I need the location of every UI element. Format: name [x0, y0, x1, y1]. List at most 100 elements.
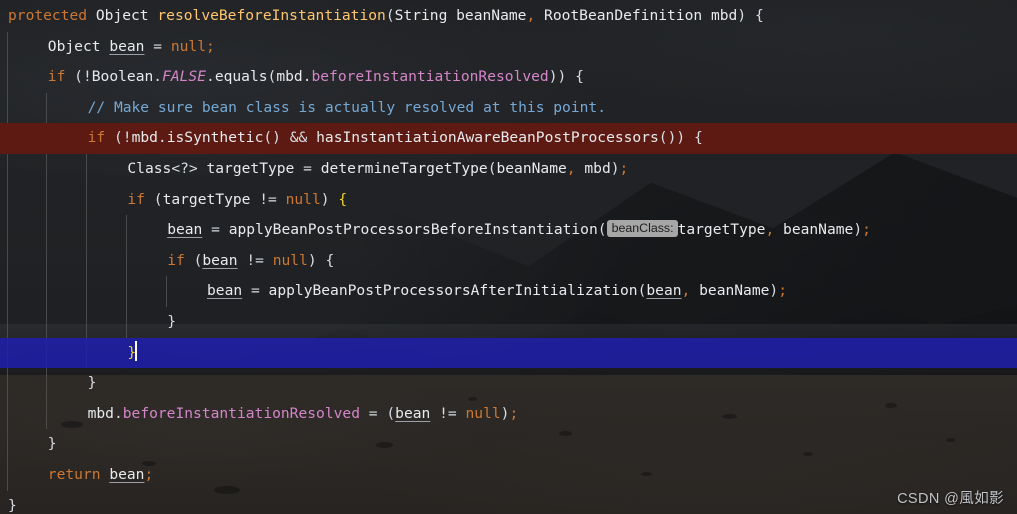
code-token: protected [8, 7, 88, 24]
code-token: ; [144, 465, 154, 483]
code-line[interactable]: if (!Boolean.FALSE.equals(mbd.beforeInst… [0, 62, 1017, 93]
code-token: equals [214, 68, 268, 86]
code-token: ! [122, 129, 132, 147]
code-token: String [394, 7, 448, 24]
code-line[interactable]: bean = applyBeanPostProcessorsBeforeInst… [0, 215, 1017, 246]
code-line[interactable]: } [0, 429, 1017, 460]
code-line[interactable]: mbd.beforeInstantiationResolved = (bean … [0, 399, 1017, 430]
code-token: bean [109, 37, 145, 55]
code-token: if [87, 129, 106, 147]
code-token: } [87, 374, 97, 392]
code-token: FALSE [162, 68, 207, 86]
code-line[interactable]: Object bean = null; [0, 32, 1017, 63]
code-token: , [681, 282, 691, 300]
code-token: ( [153, 190, 163, 208]
code-line[interactable]: if (targetType != null) { [0, 185, 1017, 216]
code-token: if [167, 251, 185, 269]
code-line[interactable]: } [0, 368, 1017, 399]
code-line[interactable]: return bean; [0, 460, 1017, 491]
code-token: )) [548, 68, 567, 86]
code-line[interactable]: protected Object resolveBeforeInstantiat… [0, 1, 1017, 32]
code-token: } [8, 496, 17, 514]
code-token: ) [610, 159, 620, 177]
code-line[interactable]: if (!mbd.isSynthetic() && hasInstantiati… [0, 123, 1017, 154]
code-line[interactable]: } [0, 491, 1017, 514]
code-token: applyBeanPostProcessorsAfterInitializati… [268, 282, 638, 300]
code-token: beforeInstantiationResolved [311, 68, 549, 86]
code-token: { [325, 251, 335, 269]
code-token: targetType [206, 159, 295, 177]
code-token: null [272, 251, 308, 269]
code-line[interactable]: } [0, 307, 1017, 338]
code-token: != [246, 251, 264, 269]
code-token: beanName [447, 7, 527, 24]
code-token: ( [386, 404, 396, 422]
code-line[interactable]: Class<?> targetType = determineTargetTyp… [0, 154, 1017, 185]
code-token: = [211, 221, 220, 239]
code-token: beanName [783, 221, 854, 239]
code-line[interactable]: if (bean != null) { [0, 246, 1017, 277]
code-token: null [465, 404, 501, 422]
code-token: ) [320, 190, 330, 208]
code-token: Boolean [91, 68, 154, 86]
code-token: } [167, 312, 176, 330]
code-token: . [153, 68, 163, 86]
code-editor[interactable]: protected Object resolveBeforeInstantiat… [0, 0, 1017, 514]
code-token: ( [113, 129, 123, 147]
code-token: isSynthetic [166, 129, 264, 147]
code-token: Object [47, 37, 101, 55]
code-token: return [47, 465, 101, 483]
code-token: mbd [702, 7, 738, 24]
code-line[interactable]: // Make sure bean class is actually reso… [0, 93, 1017, 124]
code-token: = [303, 159, 312, 177]
code-token: = [250, 282, 260, 300]
code-token: beforeInstantiationResolved [122, 404, 360, 422]
code-token: bean [395, 404, 431, 422]
code-token: mbd [584, 159, 611, 177]
code-comment: // Make sure bean class is actually reso… [87, 98, 606, 116]
parameter-name-hint: beanClass: [606, 220, 678, 238]
code-token: ; [862, 221, 871, 239]
code-token: bean [167, 221, 203, 239]
code-token: beanName [496, 159, 567, 177]
code-token: mbd [87, 404, 114, 422]
code-token: , [566, 159, 576, 177]
code-token: { [693, 129, 703, 147]
code-content[interactable]: protected Object resolveBeforeInstantiat… [0, 0, 1017, 514]
code-token: <?> [171, 159, 198, 177]
code-token: ) [737, 7, 747, 24]
code-token: ) [307, 251, 317, 269]
code-line[interactable]: bean = applyBeanPostProcessorsAfterIniti… [0, 276, 1017, 307]
code-token: null [170, 37, 207, 55]
code-token: ) [853, 221, 863, 239]
code-token: ) [769, 282, 779, 300]
code-token: Class [127, 159, 172, 177]
code-token: { [754, 7, 764, 24]
code-token: ( [267, 68, 277, 86]
code-token: mbd [276, 68, 303, 86]
code-token: bean [109, 465, 145, 483]
code-token: ( [385, 7, 395, 24]
code-token: . [113, 404, 123, 422]
code-token: bean [207, 282, 243, 300]
code-token: && [289, 129, 308, 147]
code-line[interactable]: } [0, 337, 1017, 369]
